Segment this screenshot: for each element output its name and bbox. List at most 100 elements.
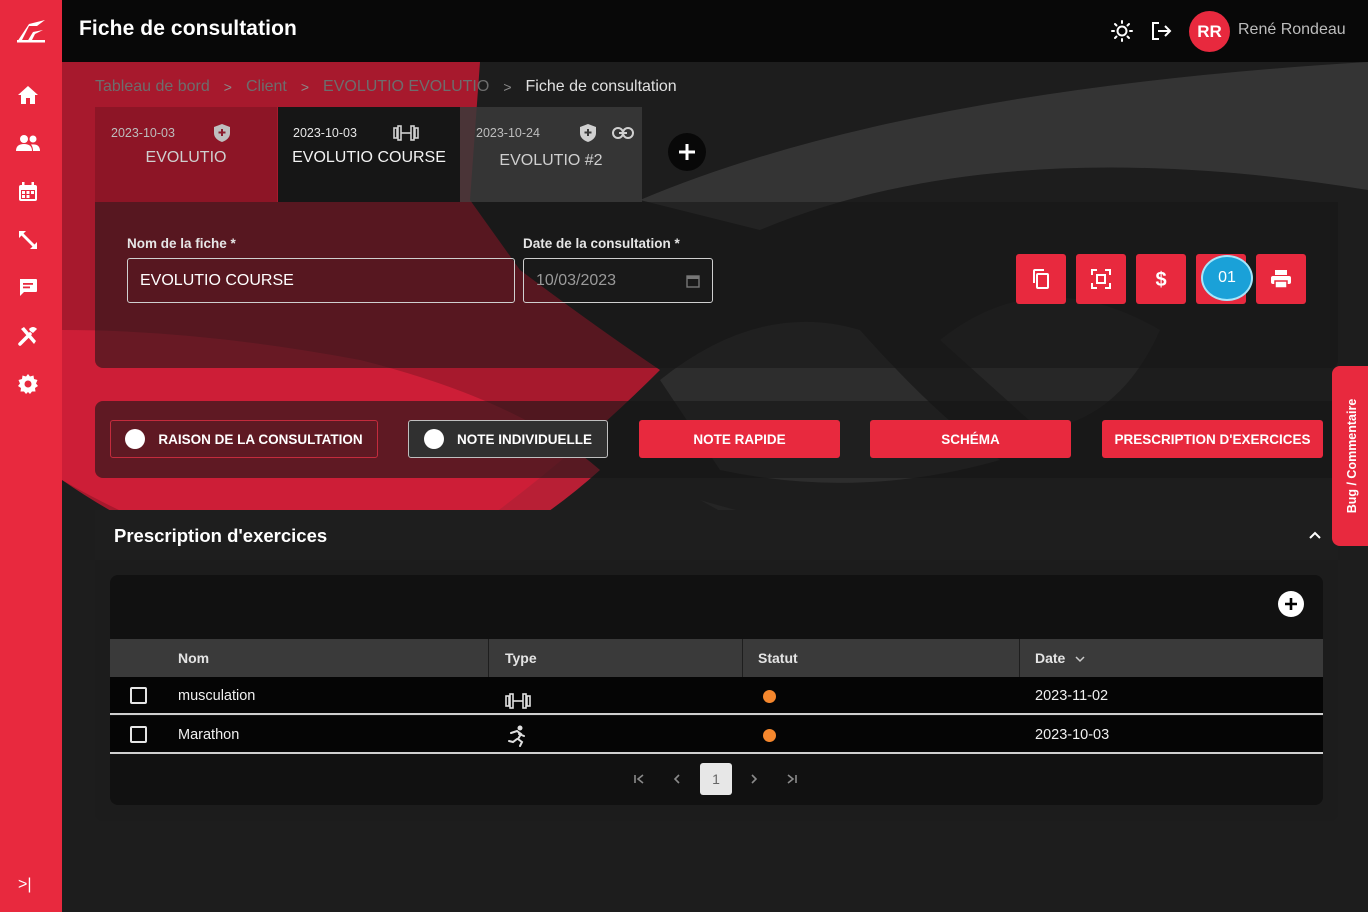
prescription-table: Nom Type Statut Date musculation 2023-11 [110,575,1323,805]
breadcrumb-current: Fiche de consultation [525,78,677,95]
toggle-note-individuelle[interactable]: NOTE INDIVIDUELLE [408,420,608,458]
first-page-icon[interactable] [623,763,655,795]
column-statut[interactable]: Statut [758,639,798,677]
sidebar-item-measures[interactable] [16,228,40,252]
dollar-icon: $ [1155,269,1166,290]
runner-icon [505,724,529,747]
row-date: 2023-11-02 [1035,688,1109,704]
tab-name: EVOLUTIO [145,149,227,166]
row-checkbox[interactable] [130,726,147,743]
tab-evolutio[interactable]: 2023-10-03 EVOLUTIO [95,107,277,202]
notification-badge[interactable]: 01 [1201,255,1253,301]
tab-name: EVOLUTIO #2 [499,152,603,169]
calendar-icon [19,182,37,201]
toggle-label: PRESCRIPTION D'EXERCICES [1114,431,1311,447]
tab-date: 2023-10-24 [476,126,540,140]
name-field-label: Nom de la fiche * [127,236,236,251]
breadcrumb-separator: > [300,79,310,95]
date-value: 10/03/2023 [536,271,617,289]
breadcrumb: Tableau de bord > Client > EVOLUTIO EVOL… [95,78,677,96]
scan-button[interactable] [1076,254,1126,304]
status-indicator [763,729,776,742]
shield-icon [213,123,231,148]
collapse-panel-button[interactable] [1304,524,1326,546]
app-logo[interactable] [0,0,62,62]
toggle-label: RAISON DE LA CONSULTATION [158,431,363,447]
home-icon [18,86,38,104]
sort-chevron-icon [1075,656,1085,663]
chevron-up-icon [1309,531,1321,539]
tab-evolutio-2[interactable]: 2023-10-24 EVOLUTIO #2 [460,107,642,202]
svg-text:$: $ [1155,269,1166,290]
breadcrumb-separator: > [503,79,512,95]
toggle-label: NOTE RAPIDE [693,431,786,447]
sidebar-item-home[interactable] [16,83,40,107]
add-tab-button[interactable] [668,133,706,171]
logout-icon[interactable] [1149,19,1173,43]
print-button[interactable] [1256,254,1306,304]
logo-icon [17,20,45,43]
page-title: Fiche de consultation [79,17,297,40]
next-page-icon[interactable] [738,763,770,795]
scan-icon [1091,269,1111,289]
user-name[interactable]: René Rondeau [1238,21,1346,39]
billing-button[interactable]: $ [1136,254,1186,304]
print-icon [1271,270,1291,289]
sidebar-item-clients[interactable] [16,131,40,155]
row-checkbox[interactable] [130,687,147,704]
column-date-label: Date [1035,650,1066,666]
bug-comment-tab[interactable]: Bug / Commentaire [1332,366,1368,546]
toggle-prescription-exercices[interactable]: PRESCRIPTION D'EXERCICES [1102,420,1323,458]
breadcrumb-client[interactable]: Client [246,78,287,96]
plus-icon [1285,598,1297,610]
toggle-dot [125,429,146,449]
collapse-sidebar-button[interactable]: >| [18,876,32,894]
column-type[interactable]: Type [505,639,537,677]
chat-icon [20,279,37,296]
resize-icon [19,231,37,249]
calendar-picker-icon[interactable] [686,274,700,288]
shield-icon [579,123,597,148]
breadcrumb-client-name[interactable]: EVOLUTIO EVOLUTIO [323,78,489,96]
sidebar-item-settings[interactable] [16,372,40,396]
breadcrumb-separator: > [223,79,232,95]
date-field[interactable]: 10/03/2023 [523,258,713,303]
status-indicator [763,690,776,703]
dumbbell-icon [393,125,419,146]
toggle-raison-consultation[interactable]: RAISON DE LA CONSULTATION [110,420,378,458]
prescription-title: Prescription d'exercices [114,525,328,546]
prev-page-icon[interactable] [661,763,693,795]
last-page-icon[interactable] [776,763,808,795]
tools-icon [18,327,37,346]
consultation-form: Nom de la fiche * Date de la consultatio… [95,202,1338,368]
add-prescription-button[interactable] [1278,591,1304,617]
copy-button[interactable] [1016,254,1066,304]
plus-icon [679,144,695,160]
page-number-current[interactable]: 1 [700,763,732,795]
toggle-dot [423,429,444,449]
table-header: Nom Type Statut Date [110,639,1323,677]
tab-date: 2023-10-03 [293,126,357,140]
sidebar-item-messages[interactable] [16,276,40,300]
brightness-icon[interactable] [1110,19,1134,43]
table-row[interactable]: Marathon 2023-10-03 [110,716,1323,754]
tab-evolutio-course[interactable]: 2023-10-03 EVOLUTIO COURSE [278,107,460,202]
column-nom[interactable]: Nom [178,639,209,677]
table-row[interactable]: musculation 2023-11-02 [110,677,1323,715]
breadcrumb-dashboard[interactable]: Tableau de bord [95,78,210,96]
name-field[interactable] [127,258,515,303]
user-avatar[interactable]: RR [1189,11,1230,52]
toggle-schema[interactable]: SCHÉMA [870,420,1071,458]
column-date[interactable]: Date [1035,639,1085,677]
sidebar-item-calendar[interactable] [16,180,40,204]
link-icon[interactable] [612,126,634,144]
date-field-label: Date de la consultation * [523,236,680,251]
sidebar-item-tools[interactable] [16,324,40,348]
sidebar: >| [0,62,62,912]
toggle-note-rapide[interactable]: NOTE RAPIDE [639,420,840,458]
bug-comment-label: Bug / Commentaire [1345,398,1359,514]
column-divider [742,639,743,677]
toggle-label: NOTE INDIVIDUELLE [456,431,592,447]
section-toggles: RAISON DE LA CONSULTATION NOTE INDIVIDUE… [95,401,1338,478]
prescription-header: Prescription d'exercices [95,510,1338,560]
